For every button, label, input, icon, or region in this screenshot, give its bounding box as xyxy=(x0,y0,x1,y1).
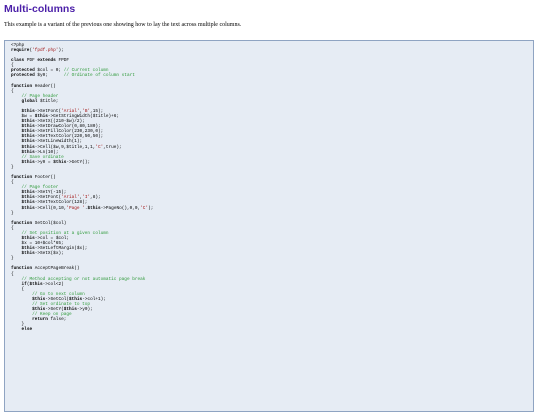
code-text: FPDF xyxy=(55,58,70,64)
code-keyword: function xyxy=(11,83,33,89)
code-text: ); xyxy=(148,205,154,211)
code-keyword: $this xyxy=(21,251,35,257)
code-keyword: $this xyxy=(53,159,67,165)
code-text: ->y0 = xyxy=(34,159,54,165)
code-keyword: function xyxy=(11,220,33,226)
code-string: 'Page ' xyxy=(66,205,85,211)
code-keyword: function xyxy=(11,175,33,181)
code-text: ->col<2) xyxy=(42,281,64,287)
code-text: Footer() xyxy=(32,175,56,181)
code-keyword: function xyxy=(11,266,33,272)
code-text: AcceptPageBreak() xyxy=(32,266,80,272)
code-keyword: protected xyxy=(11,73,35,79)
code-text: PDF xyxy=(24,58,38,64)
code-text: ->PageNo(),0,0, xyxy=(100,205,141,211)
code-keyword: global xyxy=(21,98,38,104)
code-text: } xyxy=(11,210,14,216)
code-text: Header() xyxy=(32,83,56,89)
code-keyword: $this xyxy=(29,281,43,287)
code-text: ,true); xyxy=(103,144,122,150)
code-string: 'fpdf.php' xyxy=(32,48,59,54)
code-comment: // Ordinate of column start xyxy=(63,73,135,79)
code-block: <?php require('fpdf.php'); class PDF exten… xyxy=(4,40,534,412)
code-text: ->GetY(); xyxy=(66,159,91,165)
code-text: ->y0); xyxy=(76,307,93,313)
code-keyword: $this xyxy=(21,205,35,211)
code-text: false; xyxy=(47,317,67,323)
code-text: } xyxy=(11,164,14,170)
code-line: else xyxy=(11,327,533,332)
code-keyword: require xyxy=(11,48,30,54)
intro-text: This example is a variant of the previou… xyxy=(4,22,242,28)
code-text: ->SetX($x); xyxy=(34,251,64,257)
code-keyword: $this xyxy=(87,205,101,211)
page-title: Multi-columns xyxy=(4,3,76,15)
code-text: ); xyxy=(58,48,64,54)
code-keyword: extends xyxy=(37,58,56,64)
code-keyword: else xyxy=(21,327,33,333)
code-keyword: return xyxy=(32,317,48,323)
code-text: } xyxy=(11,256,14,262)
code-string: 'C' xyxy=(140,205,149,211)
code-string: 'C' xyxy=(95,144,104,150)
code-text: ->Cell(0,10, xyxy=(34,205,67,211)
code-text: $title; xyxy=(37,98,59,104)
code-text: ,8); xyxy=(90,195,101,201)
code-text: SetCol($col) xyxy=(32,220,67,226)
code-text: $y0; xyxy=(34,73,64,79)
code-keyword: $this xyxy=(21,159,35,165)
